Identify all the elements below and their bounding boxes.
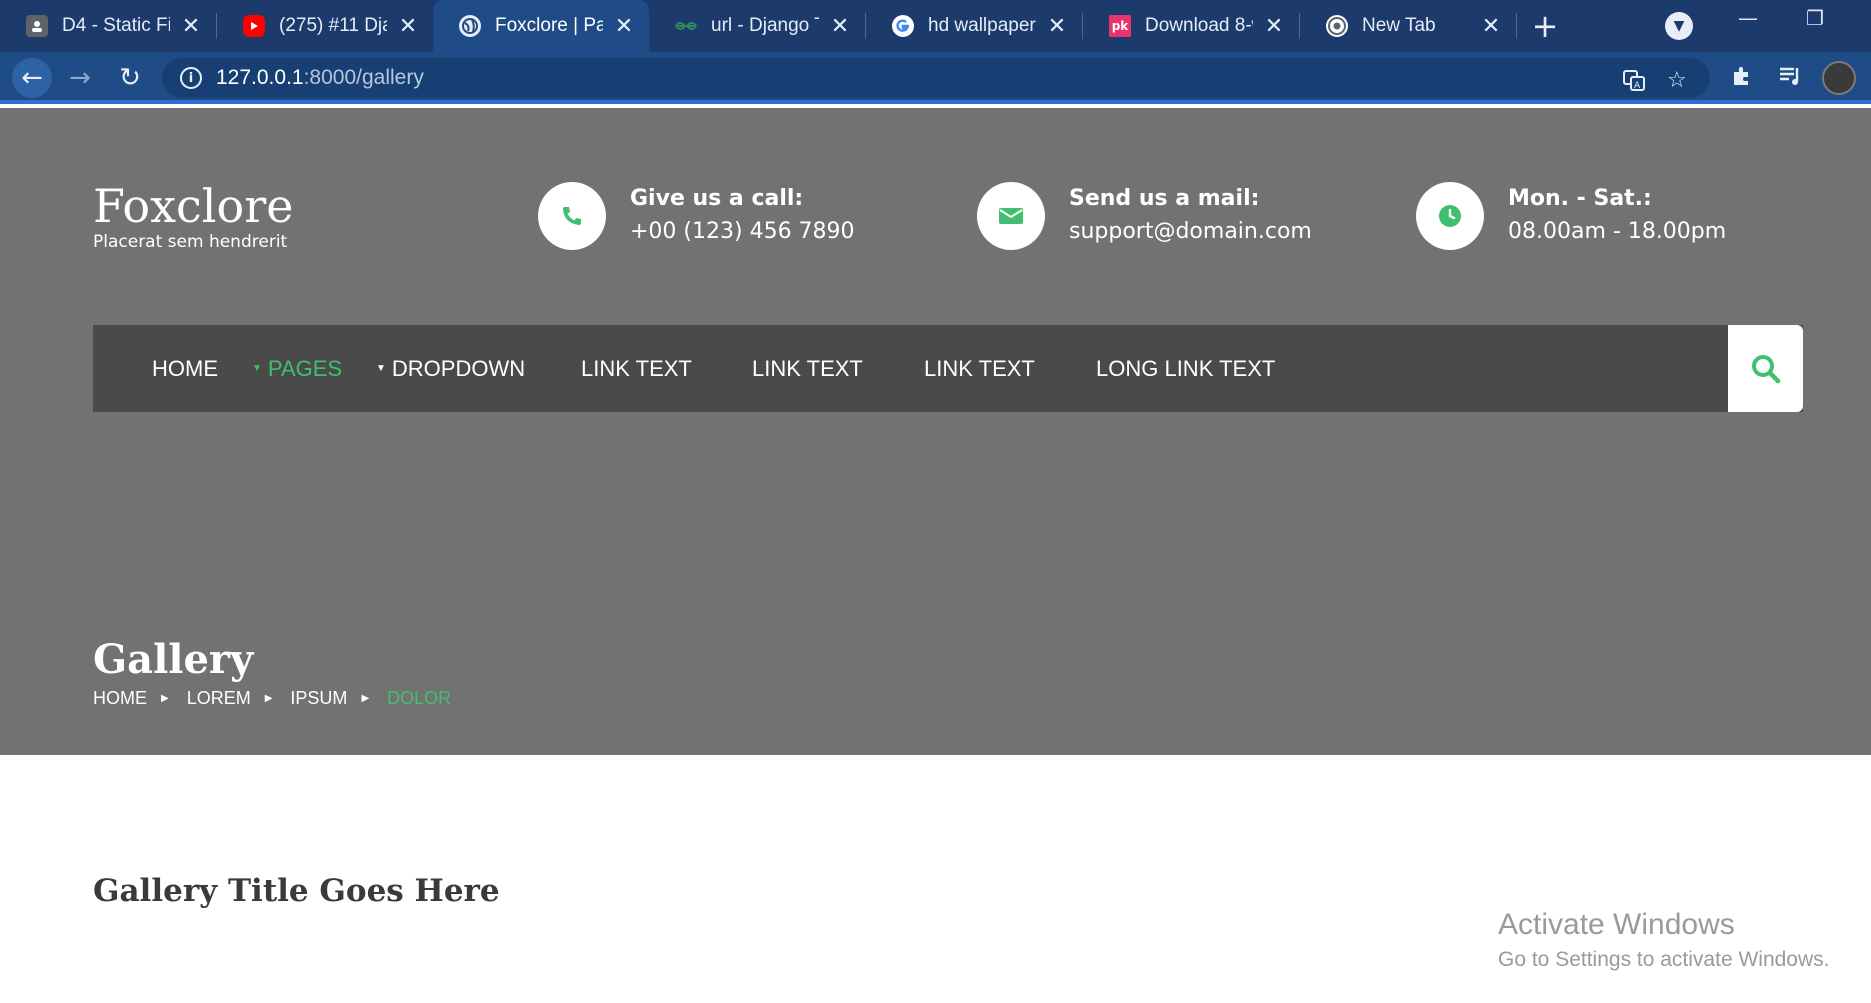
address-bar[interactable]: i 127.0.0.1:8000/gallery A ☆ bbox=[162, 58, 1710, 98]
breadcrumb-item-ipsum[interactable]: IPSUM bbox=[290, 688, 347, 709]
caret-right-icon: ▶ bbox=[161, 693, 169, 704]
google-icon bbox=[892, 15, 914, 37]
tab-title: Download 8-w bbox=[1145, 15, 1253, 36]
nav-item-link-2[interactable]: LINK TEXT bbox=[752, 325, 863, 412]
globe-icon bbox=[459, 15, 481, 37]
youtube-icon bbox=[243, 15, 265, 37]
contact-value: 08.00am - 18.00pm bbox=[1508, 219, 1727, 244]
tab-title: hd wallpapers - bbox=[928, 15, 1036, 36]
close-icon[interactable]: ✕ bbox=[613, 14, 635, 39]
page-title: Gallery bbox=[93, 636, 254, 683]
close-icon[interactable]: ✕ bbox=[1263, 14, 1285, 39]
contact-label: Give us a call: bbox=[630, 186, 804, 211]
gallery-section-title: Gallery Title Goes Here bbox=[93, 873, 500, 909]
close-icon[interactable]: ✕ bbox=[397, 14, 419, 39]
forward-arrow-icon[interactable]: → bbox=[60, 58, 100, 98]
minimize-icon[interactable]: — bbox=[1738, 6, 1758, 30]
media-queue-icon[interactable] bbox=[1778, 64, 1802, 94]
site-brand[interactable]: Foxclore Placerat sem hendrerit bbox=[93, 180, 293, 252]
chrome-icon bbox=[1326, 15, 1348, 37]
nav-label: LONG LINK TEXT bbox=[1096, 355, 1276, 381]
url-path: :8000/gallery bbox=[303, 66, 424, 89]
svg-text:A: A bbox=[1634, 81, 1641, 91]
tab-title: D4 - Static Files bbox=[62, 15, 170, 36]
tab-title: url - Django Te bbox=[711, 15, 819, 36]
breadcrumb-item-current: DOLOR bbox=[387, 688, 452, 708]
tab-d4-static-files[interactable]: D4 - Static Files ✕ bbox=[0, 0, 216, 52]
close-icon[interactable]: ✕ bbox=[1046, 14, 1068, 39]
profile-avatar[interactable] bbox=[1822, 61, 1856, 95]
breadcrumb: HOME ▶ LOREM ▶ IPSUM ▶ DOLOR bbox=[93, 688, 451, 709]
site-tagline: Placerat sem hendrerit bbox=[93, 232, 288, 252]
site-info-icon[interactable]: i bbox=[180, 67, 202, 89]
contact-label: Mon. - Sat.: bbox=[1508, 186, 1652, 211]
close-icon[interactable]: ✕ bbox=[1480, 14, 1502, 39]
pk-icon: pk bbox=[1109, 15, 1131, 37]
breadcrumb-item-home[interactable]: HOME bbox=[93, 688, 147, 709]
phone-icon bbox=[538, 182, 606, 250]
nav-item-link-3[interactable]: LINK TEXT bbox=[924, 325, 1035, 412]
url-text[interactable]: 127.0.0.1:8000/gallery bbox=[216, 66, 424, 90]
document-favicon-icon bbox=[26, 15, 48, 37]
tab-title: Foxclore | Page bbox=[495, 15, 603, 36]
restore-icon[interactable]: ❐ bbox=[1806, 6, 1824, 30]
bookmark-star-icon[interactable]: ☆ bbox=[1667, 68, 1687, 93]
close-icon[interactable]: ✕ bbox=[829, 14, 851, 39]
activate-windows-watermark: Activate Windows Go to Settings to activ… bbox=[1498, 908, 1830, 972]
translate-icon[interactable]: A bbox=[1622, 68, 1646, 98]
tab-search-icon[interactable]: ▼ bbox=[1665, 12, 1693, 40]
web-page: Foxclore Placerat sem hendrerit Give us … bbox=[0, 108, 1871, 1003]
nav-label: PAGES bbox=[267, 355, 343, 381]
gfg-icon bbox=[675, 15, 697, 37]
tab-title: (275) #11 Djang bbox=[279, 15, 387, 36]
site-logo-text[interactable]: Foxclore bbox=[93, 180, 293, 232]
envelope-icon bbox=[977, 182, 1045, 250]
new-tab-button[interactable]: + bbox=[1517, 0, 1573, 52]
main-navigation: HOME ▼ PAGES ▼ DROPDOWN LINK TEXT LINK TEX… bbox=[93, 325, 1803, 412]
contact-phone: Give us a call: +00 (123) 456 7890 bbox=[538, 182, 855, 250]
tab-new-tab[interactable]: New Tab ✕ bbox=[1300, 0, 1516, 52]
tab-geeksforgeeks[interactable]: url - Django Te ✕ bbox=[649, 0, 865, 52]
tab-google-search[interactable]: hd wallpapers - ✕ bbox=[866, 0, 1082, 52]
caret-right-icon: ▶ bbox=[264, 693, 273, 704]
nav-item-link-1[interactable]: LINK TEXT bbox=[581, 325, 692, 412]
watermark-title: Activate Windows bbox=[1498, 908, 1735, 941]
nav-item-home[interactable]: HOME bbox=[152, 325, 218, 412]
nav-label: LINK TEXT bbox=[581, 355, 692, 381]
back-arrow-icon[interactable]: ← bbox=[12, 58, 52, 98]
contact-value: +00 (123) 456 7890 bbox=[630, 219, 855, 244]
nav-label: HOME bbox=[152, 355, 218, 381]
nav-item-pages[interactable]: ▼ PAGES bbox=[252, 325, 342, 412]
tab-download[interactable]: pk Download 8-w ✕ bbox=[1083, 0, 1299, 52]
breadcrumb-item-lorem[interactable]: LOREM bbox=[187, 688, 251, 709]
tab-title: New Tab bbox=[1362, 15, 1436, 36]
reload-icon[interactable]: ↻ bbox=[110, 58, 150, 98]
clock-icon bbox=[1416, 182, 1484, 250]
contact-hours: Mon. - Sat.: 08.00am - 18.00pm bbox=[1416, 182, 1726, 250]
nav-item-long-link[interactable]: LONG LINK TEXT bbox=[1096, 325, 1275, 412]
hero-header: Foxclore Placerat sem hendrerit Give us … bbox=[0, 108, 1871, 755]
contact-value: support@domain.com bbox=[1069, 219, 1312, 244]
nav-label: LINK TEXT bbox=[752, 355, 863, 381]
tab-youtube[interactable]: (275) #11 Djang ✕ bbox=[217, 0, 433, 52]
search-icon bbox=[1751, 354, 1780, 383]
nav-item-dropdown[interactable]: ▼ DROPDOWN bbox=[376, 325, 525, 412]
caret-right-icon: ▶ bbox=[361, 693, 370, 704]
watermark-subtitle: Go to Settings to activate Windows. bbox=[1498, 948, 1830, 971]
browser-toolbar: ← → ↻ i 127.0.0.1:8000/gallery A ☆ bbox=[0, 52, 1871, 104]
nav-label: LINK TEXT bbox=[924, 355, 1035, 381]
caret-down-icon: ▼ bbox=[252, 363, 262, 374]
close-icon[interactable]: ✕ bbox=[180, 14, 202, 39]
contact-label: Send us a mail: bbox=[1069, 186, 1260, 211]
extensions-puzzle-icon[interactable] bbox=[1730, 64, 1754, 94]
search-button[interactable] bbox=[1728, 325, 1803, 412]
url-host: 127.0.0.1 bbox=[216, 66, 304, 89]
caret-down-icon: ▼ bbox=[376, 363, 386, 374]
browser-tab-strip: D4 - Static Files ✕ (275) #11 Djang ✕ Fo… bbox=[0, 0, 1871, 52]
tab-foxclore-active[interactable]: Foxclore | Page ✕ bbox=[433, 0, 649, 52]
nav-label: DROPDOWN bbox=[391, 355, 526, 381]
contact-email: Send us a mail: support@domain.com bbox=[977, 182, 1312, 250]
